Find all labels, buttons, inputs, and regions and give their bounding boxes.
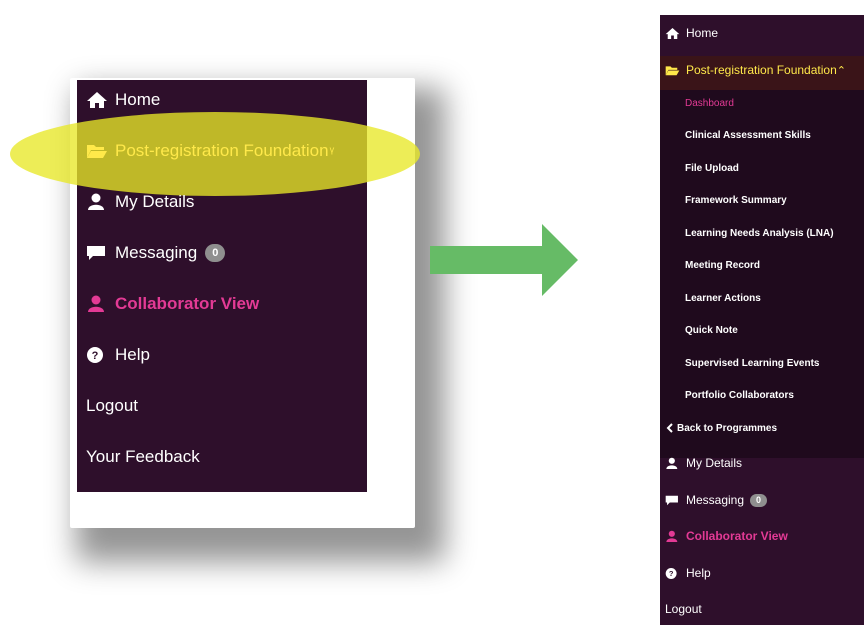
left-menu-items: Post-registration Foundation ᵞ My Detail… [77, 80, 367, 492]
submenu-item-meeting-record[interactable]: Meeting Record [685, 257, 760, 273]
svg-text:?: ? [92, 350, 99, 362]
right-messaging-count-badge: 0 [750, 493, 768, 507]
submenu-item-file-upload[interactable]: File Upload [685, 160, 739, 176]
right-menu-home[interactable]: Home [665, 23, 718, 43]
submenu-item-framework-summary[interactable]: Framework Summary [685, 192, 787, 208]
transition-arrow [430, 224, 578, 296]
submenu-item-portfolio-collaborators[interactable]: Portfolio Collaborators [685, 387, 794, 403]
right-menu-logout-label: Logout [665, 602, 702, 616]
left-menu-help-label: Help [115, 345, 150, 364]
user-icon [665, 530, 680, 543]
left-menu-logout-label: Logout [86, 396, 138, 415]
right-menu-help-label: Help [686, 566, 711, 580]
left-menu-my-details-label: My Details [115, 192, 195, 211]
submenu-item-dashboard[interactable]: Dashboard [685, 95, 734, 111]
right-menu-programme[interactable]: Post-registration Foundation ⌃ [665, 60, 846, 80]
left-menu-your-feedback-label: Your Feedback [86, 447, 200, 466]
back-to-programmes-link[interactable]: Back to Programmes [666, 420, 777, 436]
right-menu-my-details[interactable]: My Details [665, 453, 742, 473]
left-menu-programme[interactable]: Post-registration Foundation ᵞ [86, 136, 334, 166]
submenu-item-clinical-assessment-skills[interactable]: Clinical Assessment Skills [685, 127, 811, 143]
left-menu-help[interactable]: ? Help [86, 340, 150, 370]
left-menu-logout[interactable]: Logout [86, 391, 138, 421]
submenu-item-quick-note[interactable]: Quick Note [685, 322, 738, 338]
back-to-programmes-label: Back to Programmes [677, 422, 778, 434]
svg-text:?: ? [669, 569, 674, 578]
chevron-up-icon: ⌃ [836, 64, 846, 77]
left-menu-collaborator-view-label: Collaborator View [115, 294, 260, 313]
comment-icon [86, 244, 108, 262]
submenu-item-learning-needs-analysis[interactable]: Learning Needs Analysis (LNA) [685, 225, 834, 241]
right-menu-home-label: Home [686, 26, 719, 40]
question-circle-icon: ? [665, 567, 680, 580]
left-menu-collaborator-view[interactable]: Collaborator View [86, 289, 259, 319]
right-menu-messaging-label: Messaging [686, 493, 745, 507]
right-menu-help[interactable]: ? Help [665, 563, 711, 583]
user-icon [86, 295, 108, 313]
question-circle-icon: ? [86, 346, 108, 364]
left-menu-messaging[interactable]: Messaging 0 [86, 238, 226, 268]
left-menu-messaging-label: Messaging [115, 243, 198, 262]
right-menu-programme-label: Post-registration Foundation [686, 63, 837, 77]
left-menu-programme-label: Post-registration Foundation [115, 141, 329, 160]
left-menu-my-details[interactable]: My Details [86, 187, 194, 217]
user-icon [665, 457, 680, 470]
right-menu-collaborator-view-label: Collaborator View [686, 529, 788, 543]
submenu-item-supervised-learning-events[interactable]: Supervised Learning Events [685, 355, 820, 371]
right-menu-my-details-label: My Details [686, 456, 743, 470]
folder-open-icon [86, 142, 108, 160]
comment-icon [665, 494, 680, 507]
home-icon [665, 27, 680, 40]
chevron-left-icon [666, 423, 673, 433]
right-menu-expanded: Home Post-registration Foundation ⌃ Dash… [660, 15, 864, 625]
messaging-count-badge: 0 [205, 244, 226, 262]
chevron-down-icon: ᵞ [329, 143, 335, 159]
left-menu-your-feedback[interactable]: Your Feedback [86, 442, 200, 472]
folder-open-icon [665, 64, 680, 77]
right-menu-messaging[interactable]: Messaging 0 [665, 490, 768, 510]
right-menu-collaborator-view[interactable]: Collaborator View [665, 526, 788, 546]
right-menu-logout[interactable]: Logout [665, 599, 702, 619]
user-icon [86, 193, 108, 211]
submenu-item-learner-actions[interactable]: Learner Actions [685, 290, 761, 306]
